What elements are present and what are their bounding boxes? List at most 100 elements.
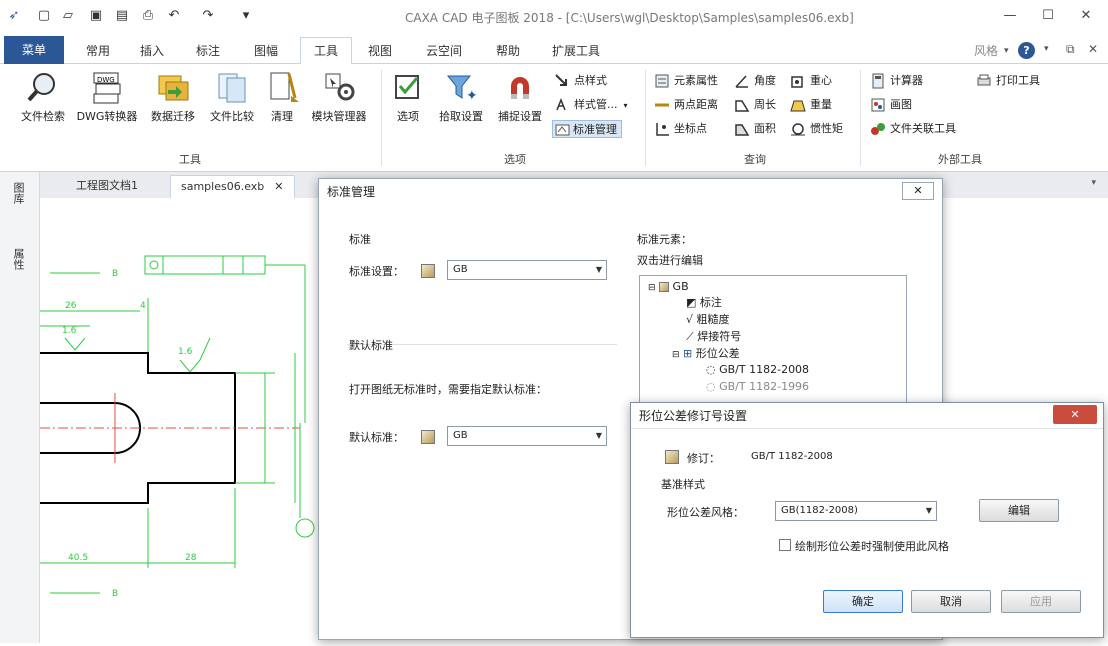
new-file-icon[interactable]: ▢ bbox=[36, 8, 52, 24]
restore-ribbon-icon[interactable]: ⧉ bbox=[1066, 42, 1075, 57]
gdt-style-combo[interactable]: GB(1182-2008) ▼ bbox=[775, 501, 937, 521]
roughness-icon: √ bbox=[686, 313, 694, 326]
tab-tools[interactable]: 工具 bbox=[300, 37, 352, 65]
close-tab-icon[interactable]: ✕ bbox=[274, 180, 283, 193]
data-migration-icon bbox=[156, 70, 190, 104]
standard-manager-button[interactable]: 标准管理 bbox=[552, 120, 622, 138]
print-tool-icon bbox=[976, 73, 992, 89]
style-manager-button[interactable]: 样式管... ▾ bbox=[554, 96, 628, 114]
tab-cloud[interactable]: 云空间 bbox=[418, 38, 470, 64]
redo-icon[interactable]: ↷ bbox=[200, 8, 216, 24]
tree-item-welding[interactable]: ⟋ 焊接符号 bbox=[686, 328, 741, 344]
dim-label-1-6-a: 1.6 bbox=[62, 326, 77, 336]
tab-extensions[interactable]: 扩展工具 bbox=[544, 38, 608, 64]
help-icon[interactable]: ? bbox=[1018, 42, 1035, 59]
tab-view[interactable]: 视图 bbox=[360, 38, 400, 64]
snap-settings-button[interactable]: 捕捉设置 bbox=[492, 70, 548, 124]
tab-common[interactable]: 常用 bbox=[78, 38, 118, 64]
properties-panel-tab[interactable]: 属性 bbox=[10, 248, 26, 270]
print-icon[interactable]: ⎙ bbox=[140, 8, 156, 24]
maximize-icon[interactable]: ☐ bbox=[1033, 6, 1063, 26]
weight-button[interactable]: 重量 bbox=[790, 96, 832, 114]
tree-sub-1996[interactable]: ◌ GB/T 1182-1996 bbox=[706, 380, 809, 393]
gdt-revision-dialog: 形位公差修订号设置 ✕ 修订： GB/T 1182-2008 基准样式 形位公差… bbox=[630, 402, 1104, 638]
tree-item-gdt[interactable]: ⊟ ⊞ 形位公差 bbox=[672, 345, 740, 361]
close-window-icon[interactable]: ✕ bbox=[1071, 6, 1101, 26]
calculator-icon bbox=[870, 73, 886, 89]
apply-button[interactable]: 应用 bbox=[1001, 590, 1081, 613]
tab-menu[interactable]: 菜单 bbox=[4, 36, 64, 64]
centroid-icon bbox=[790, 73, 806, 89]
tab-insert[interactable]: 插入 bbox=[132, 38, 172, 64]
centroid-button[interactable]: 重心 bbox=[790, 72, 832, 90]
help-dropdown-icon[interactable]: ▾ bbox=[1044, 44, 1049, 54]
save-as-icon[interactable]: ▤ bbox=[114, 8, 130, 24]
paint-button[interactable]: 画图 bbox=[870, 96, 912, 114]
two-point-distance-button[interactable]: 两点距离 bbox=[654, 96, 718, 114]
file-search-button[interactable]: 文件检索 bbox=[14, 70, 72, 124]
perimeter-button[interactable]: 周长 bbox=[734, 96, 776, 114]
angle-button[interactable]: 角度 bbox=[734, 72, 776, 90]
datum-style-section: 基准样式 bbox=[661, 478, 705, 491]
cleanup-icon bbox=[265, 70, 299, 104]
dialog-close-icon[interactable]: ✕ bbox=[902, 182, 934, 200]
style-manager-dropdown-icon[interactable]: ▾ bbox=[624, 101, 628, 110]
pick-settings-button[interactable]: ✦ 拾取设置 bbox=[432, 70, 490, 124]
app-logo-icon[interactable]: ➶ bbox=[6, 8, 22, 24]
force-style-checkbox[interactable] bbox=[779, 539, 791, 551]
elements-tree[interactable]: ⊟ GB ◩ 标注 √ 粗糙度 ⟋ 焊接符号 ⊟ ⊞ 形位公差 ◌ GB/T 1… bbox=[639, 275, 907, 405]
tree-item-annotation[interactable]: ◩ 标注 bbox=[686, 294, 722, 310]
tab-frame[interactable]: 图幅 bbox=[246, 38, 286, 64]
library-panel-tab[interactable]: 图库 bbox=[10, 182, 26, 204]
area-button[interactable]: 面积 bbox=[734, 120, 776, 138]
group-separator bbox=[381, 70, 382, 166]
paint-icon bbox=[870, 97, 886, 113]
moment-of-inertia-button[interactable]: 惯性矩 bbox=[790, 120, 843, 138]
cancel-button[interactable]: 取消 bbox=[911, 590, 991, 613]
elements-hint: 双击进行编辑 bbox=[637, 254, 703, 267]
file-compare-button[interactable]: 文件比较 bbox=[204, 70, 260, 124]
style-dropdown-icon[interactable]: ▾ bbox=[1004, 46, 1009, 56]
calculator-button[interactable]: 计算器 bbox=[870, 72, 923, 90]
annotation-icon: ◩ bbox=[686, 296, 697, 309]
dim-label-b-bottom: B bbox=[112, 589, 118, 599]
data-migration-button[interactable]: 数据迁移 bbox=[144, 70, 202, 124]
chevron-down-icon: ▼ bbox=[925, 506, 932, 515]
doc-tab-drawing1[interactable]: 工程图文档1 bbox=[66, 175, 148, 198]
undo-icon[interactable]: ↶ bbox=[166, 8, 182, 24]
file-compare-icon bbox=[215, 70, 249, 104]
tree-item-roughness[interactable]: √ 粗糙度 bbox=[686, 311, 730, 327]
std-section-label: 标准 bbox=[349, 233, 371, 246]
file-association-button[interactable]: 文件关联工具 bbox=[870, 120, 956, 138]
element-properties-button[interactable]: 元素属性 bbox=[654, 72, 718, 90]
tab-annotation[interactable]: 标注 bbox=[188, 38, 228, 64]
dim-label-4: 4 bbox=[140, 301, 146, 311]
minimize-icon[interactable]: — bbox=[995, 6, 1025, 26]
module-manager-button[interactable]: 模块管理器 bbox=[304, 70, 374, 124]
doc-tab-samples06[interactable]: samples06.exb ✕ bbox=[170, 175, 295, 198]
tree-root[interactable]: ⊟ GB bbox=[648, 280, 689, 293]
tab-help[interactable]: 帮助 bbox=[488, 38, 528, 64]
edit-button[interactable]: 编辑 bbox=[979, 499, 1059, 522]
point-style-button[interactable]: 点样式 bbox=[554, 72, 607, 90]
coordinate-icon bbox=[654, 121, 670, 137]
options-button[interactable]: 选项 bbox=[390, 70, 426, 124]
print-tool-button[interactable]: 打印工具 bbox=[976, 72, 1040, 90]
quick-access-menu-icon[interactable]: ▾ bbox=[238, 8, 254, 24]
dialog-close-icon[interactable]: ✕ bbox=[1053, 405, 1097, 424]
default-std-combo[interactable]: GB ▼ bbox=[447, 426, 607, 446]
tree-sub-2008[interactable]: ◌ GB/T 1182-2008 bbox=[706, 363, 809, 376]
close-doc-icon[interactable]: ✕ bbox=[1088, 42, 1098, 56]
ok-button[interactable]: 确定 bbox=[823, 590, 903, 613]
std-setting-combo[interactable]: GB ▼ bbox=[447, 260, 607, 280]
save-icon[interactable]: ▣ bbox=[88, 8, 104, 24]
module-manager-icon bbox=[322, 70, 356, 104]
tab-list-icon[interactable]: ▾ bbox=[1091, 178, 1096, 188]
coordinate-point-button[interactable]: 坐标点 bbox=[654, 120, 707, 138]
open-folder-icon[interactable]: ▱ bbox=[60, 8, 76, 24]
force-style-label: 绘制形位公差时强制使用此风格 bbox=[795, 540, 949, 553]
dwg-converter-button[interactable]: DWG DWG转换器 bbox=[72, 70, 142, 124]
cleanup-button[interactable]: 清理 bbox=[264, 70, 300, 124]
dim-label-1-6-b: 1.6 bbox=[178, 347, 193, 357]
standard-manager-icon bbox=[555, 122, 571, 138]
